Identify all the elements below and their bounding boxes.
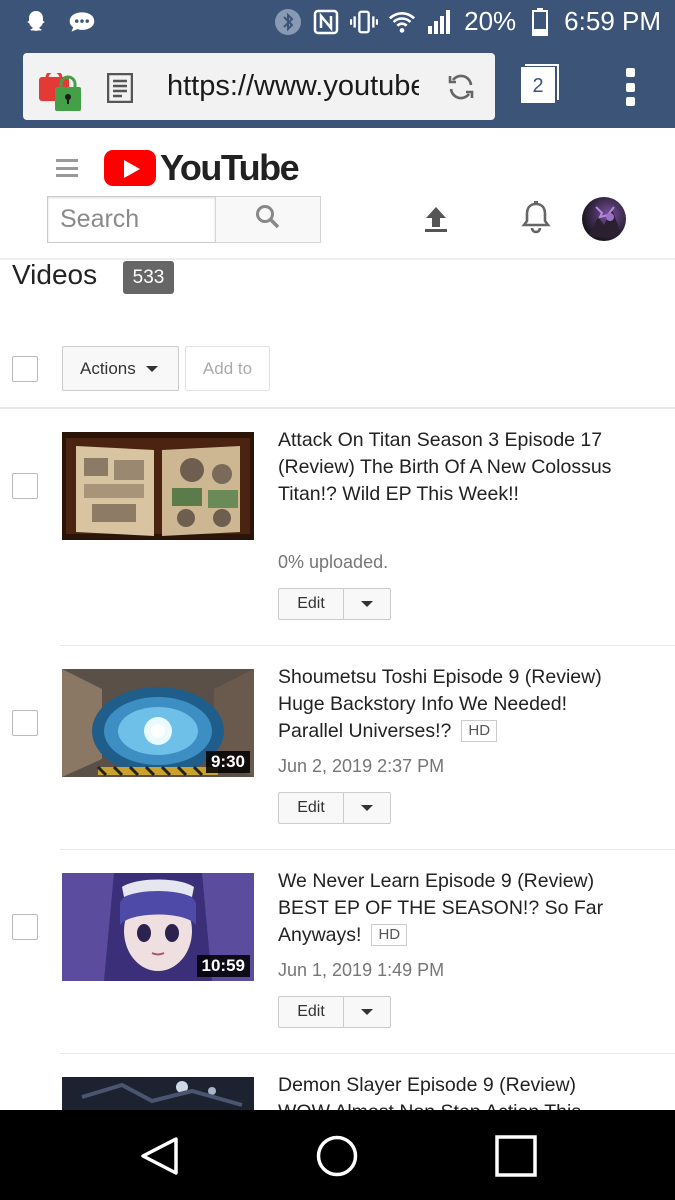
add-to-button[interactable]: Add to	[185, 346, 270, 391]
hd-badge: HD	[371, 924, 408, 946]
avatar[interactable]	[582, 197, 626, 241]
edit-menu-button[interactable]	[344, 589, 390, 619]
edit-menu-button[interactable]	[344, 793, 390, 823]
search-button[interactable]	[215, 196, 321, 243]
bluetooth-icon	[274, 8, 302, 36]
actions-label: Actions	[80, 358, 136, 378]
video-duration: 10:59	[196, 955, 250, 977]
edit-button[interactable]: Edit	[279, 997, 344, 1027]
upload-icon[interactable]	[421, 204, 451, 234]
video-title[interactable]: Shoumetsu Toshi Episode 9 (Review) Huge …	[278, 664, 618, 745]
vibrate-icon	[350, 8, 379, 36]
edit-button[interactable]: Edit	[279, 589, 344, 619]
search-icon	[255, 204, 281, 235]
video-checkbox[interactable]	[12, 710, 38, 736]
hd-badge: HD	[461, 720, 498, 742]
video-title-text: Shoumetsu Toshi Episode 9 (Review) Huge …	[278, 666, 602, 742]
logo-wordmark: YouTube	[160, 147, 300, 188]
edit-button-group: Edit	[278, 792, 391, 824]
menu-icon[interactable]	[56, 159, 78, 177]
chevron-down-icon	[361, 1009, 373, 1015]
nfc-icon	[312, 8, 340, 36]
video-row: 10:59 We Never Learn Episode 9 (Review) …	[0, 850, 675, 1053]
video-checkbox[interactable]	[12, 914, 38, 940]
youtube-play-icon	[104, 150, 156, 186]
edit-button-group: Edit	[278, 996, 391, 1028]
actions-dropdown[interactable]: Actions	[62, 346, 179, 391]
video-thumbnail[interactable]: 10:59	[62, 873, 254, 981]
notifications-icon[interactable]	[520, 201, 552, 235]
battery-percent: 20%	[464, 6, 517, 36]
chevron-down-icon	[145, 365, 158, 372]
messages-icon	[68, 8, 96, 36]
overflow-menu-icon[interactable]	[624, 68, 636, 106]
video-row: 9:30 Shoumetsu Toshi Episode 9 (Review) …	[0, 646, 675, 849]
video-thumbnail[interactable]	[62, 432, 254, 540]
signal-icon	[426, 8, 454, 36]
battery-icon	[526, 7, 554, 36]
video-duration: 9:30	[205, 751, 250, 773]
browser-toolbar: https://www.youtube.com/my_videos 2	[0, 46, 675, 128]
url-text[interactable]: https://www.youtube.com/my_videos	[167, 70, 419, 103]
lock-icon[interactable]	[39, 69, 83, 113]
recents-icon[interactable]	[494, 1134, 538, 1183]
reader-icon[interactable]	[106, 72, 134, 104]
youtube-header: YouTube	[0, 128, 675, 260]
upload-date: Jun 2, 2019 2:37 PM	[278, 756, 445, 776]
video-row: Attack On Titan Season 3 Episode 17 (Rev…	[0, 409, 675, 645]
video-checkbox[interactable]	[12, 473, 38, 499]
chevron-down-icon	[361, 601, 373, 607]
video-title[interactable]: We Never Learn Episode 9 (Review) BEST E…	[278, 868, 618, 949]
search-bar	[47, 196, 321, 243]
upload-status: 0% uploaded.	[278, 552, 389, 572]
search-input[interactable]	[47, 196, 215, 243]
reload-icon[interactable]	[447, 73, 475, 101]
home-icon[interactable]	[315, 1134, 359, 1183]
back-icon[interactable]	[138, 1135, 180, 1182]
youtube-logo[interactable]: YouTube	[104, 147, 300, 188]
edit-menu-button[interactable]	[344, 997, 390, 1027]
video-title[interactable]: Demon Slayer Episode 9 (Review) WOW Almo…	[278, 1072, 618, 1110]
video-thumbnail[interactable]	[62, 1077, 254, 1110]
upload-date: Jun 1, 2019 1:49 PM	[278, 960, 445, 980]
video-thumbnail[interactable]: 9:30	[62, 669, 254, 777]
tabs-icon[interactable]: 2	[521, 64, 559, 105]
video-title-text: We Never Learn Episode 9 (Review) BEST E…	[278, 870, 604, 946]
status-bar: 20% 6:59 PM	[0, 0, 675, 46]
video-row: Demon Slayer Episode 9 (Review) WOW Almo…	[0, 1054, 675, 1110]
video-count-badge: 533	[123, 261, 174, 294]
address-bar[interactable]: https://www.youtube.com/my_videos	[23, 53, 495, 120]
edit-button-group: Edit	[278, 588, 391, 620]
page-title: Videos	[12, 259, 98, 290]
video-title[interactable]: Attack On Titan Season 3 Episode 17 (Rev…	[278, 427, 618, 508]
system-nav-bar	[0, 1110, 675, 1200]
snapchat-icon	[22, 8, 50, 36]
clock: 6:59 PM	[564, 6, 661, 36]
edit-button[interactable]: Edit	[279, 793, 344, 823]
tab-count: 2	[521, 67, 555, 103]
wifi-icon	[388, 8, 416, 36]
select-all-checkbox[interactable]	[12, 356, 38, 382]
chevron-down-icon	[361, 805, 373, 811]
